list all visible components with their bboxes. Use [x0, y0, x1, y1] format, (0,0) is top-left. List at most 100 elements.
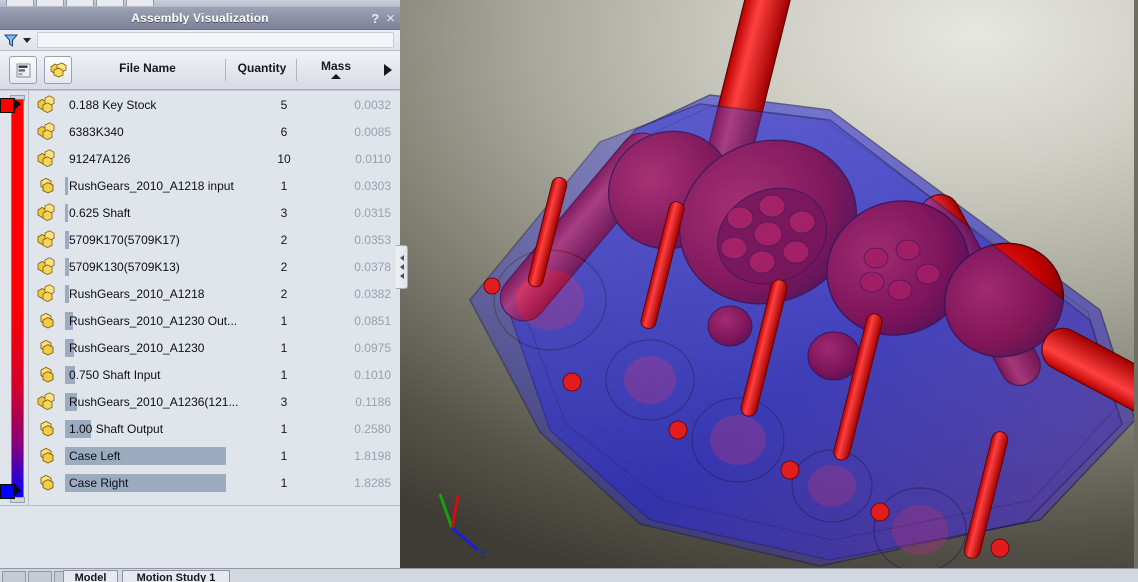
mass-value: 0.1186: [355, 394, 391, 409]
filter-bar: [0, 30, 400, 51]
mass-value: 1.8198: [354, 448, 391, 463]
chevron-left-icon: [399, 255, 404, 261]
quantity-value: 1: [280, 367, 288, 382]
file-name-label: 91247A126: [69, 151, 131, 166]
triad-y-axis: [438, 493, 454, 529]
column-header-mass[interactable]: Mass: [305, 59, 367, 79]
column-header-file-name[interactable]: File Name: [95, 61, 200, 75]
quantity-value: 1: [280, 178, 288, 193]
page-title: Assembly Visualization: [131, 11, 269, 25]
file-name-label: 5709K170(5709K17): [69, 232, 180, 247]
viewport-scrollbar[interactable]: [1134, 0, 1138, 582]
mass-value: 0.1010: [354, 367, 391, 382]
arrow-right-icon[interactable]: [384, 64, 392, 76]
file-name-label: Case Right: [69, 475, 129, 490]
mass-value: 1.8285: [354, 475, 391, 490]
multi-component-icon: [37, 121, 59, 142]
quantity-value: 1: [280, 421, 288, 436]
chevron-down-icon[interactable]: [23, 37, 31, 43]
mass-value: 0.0315: [354, 205, 391, 220]
quantity-value: 1: [280, 475, 288, 490]
panel-title-bar: Assembly Visualization ? ×: [0, 6, 400, 30]
mass-value: 0.0382: [354, 286, 391, 301]
quantity-value: 1: [280, 448, 288, 463]
search-input[interactable]: [37, 32, 394, 48]
panel-collapse-handle[interactable]: [396, 245, 408, 289]
component-block-icon[interactable]: [44, 56, 72, 84]
mini-button: [2, 571, 26, 582]
mass-value: 0.0085: [354, 124, 391, 139]
solidworks-window: Assembly Visualization ? × File Name Qua…: [0, 0, 1138, 582]
bottom-tab-strip: Model Motion Study 1: [0, 568, 1138, 582]
quantity-value: 6: [280, 124, 288, 139]
table-row[interactable]: 0.625 Shaft 3 0.0315: [29, 199, 399, 226]
gradient-bars-icon[interactable]: [9, 56, 37, 84]
multi-component-icon: [37, 202, 59, 223]
triad-x-axis: [451, 526, 479, 552]
mass-value: 0.0032: [354, 97, 391, 112]
quantity-value: 3: [280, 394, 288, 409]
file-name-label: RushGears_2010_A1218: [69, 286, 205, 301]
table-row[interactable]: RushGears_2010_A1218 2 0.0382: [29, 280, 399, 307]
table-row[interactable]: 0.188 Key Stock 5 0.0032: [29, 91, 399, 118]
file-name-label: RushGears_2010_A1218 input: [69, 178, 234, 193]
multi-component-icon: [37, 283, 59, 304]
quantity-value: 3: [280, 205, 288, 220]
quantity-value: 2: [280, 232, 288, 247]
table-row[interactable]: RushGears_2010_A1230 Out... 1 0.0851: [29, 307, 399, 334]
chevron-left-icon: [399, 264, 404, 270]
table-row[interactable]: 91247A126 10 0.0110: [29, 145, 399, 172]
mass-bar: [65, 176, 68, 195]
tab-motion-study[interactable]: Motion Study 1: [122, 570, 230, 582]
triad-z-axis: [450, 495, 460, 529]
single-component-icon: [37, 176, 59, 196]
mass-value: 0.0110: [355, 151, 391, 166]
graphics-viewport[interactable]: Z: [400, 0, 1138, 582]
single-component-icon: [37, 365, 59, 385]
quantity-value: 2: [280, 286, 288, 301]
quantity-value: 2: [280, 259, 288, 274]
mass-value: 0.0378: [354, 259, 391, 274]
svg-text:Z: Z: [480, 549, 487, 561]
mass-value: 0.0303: [354, 178, 391, 193]
color-gradient-bar: [11, 99, 24, 499]
chevron-left-icon: [399, 273, 404, 279]
column-header-quantity[interactable]: Quantity: [230, 61, 294, 75]
single-component-icon: [37, 338, 59, 358]
mass-value: 0.0975: [354, 340, 391, 355]
file-name-label: RushGears_2010_A1230 Out...: [69, 313, 238, 328]
table-row[interactable]: 0.750 Shaft Input 1 0.1010: [29, 361, 399, 388]
title-bar-buttons: ? ×: [371, 7, 395, 29]
quantity-value: 1: [280, 340, 288, 355]
assembly-3d-model: Z: [438, 0, 1138, 573]
multi-component-icon: [37, 391, 59, 412]
file-name-label: 6383K340: [69, 124, 124, 139]
table-row[interactable]: RushGears_2010_A1230 1 0.0975: [29, 334, 399, 361]
assembly-visualization-panel: Assembly Visualization ? × File Name Qua…: [0, 6, 400, 582]
table-row[interactable]: 1.00 Shaft Output 1 0.2580: [29, 415, 399, 442]
table-row[interactable]: Case Right 1 1.8285: [29, 469, 399, 496]
table-row[interactable]: RushGears_2010_A1236(121... 3 0.1186: [29, 388, 399, 415]
file-name-label: Case Left: [69, 448, 121, 463]
file-name-label: RushGears_2010_A1230: [69, 340, 205, 355]
help-icon[interactable]: ?: [371, 12, 379, 25]
table-row[interactable]: 5709K130(5709K13) 2 0.0378: [29, 253, 399, 280]
table-row[interactable]: 6383K340 6 0.0085: [29, 118, 399, 145]
mass-bar: [65, 203, 68, 222]
table-row[interactable]: RushGears_2010_A1218 input 1 0.0303: [29, 172, 399, 199]
table-row[interactable]: Case Left 1 1.8198: [29, 442, 399, 469]
file-name-label: 5709K130(5709K13): [69, 259, 180, 274]
tab-model[interactable]: Model: [63, 570, 118, 582]
file-name-label: 1.00 Shaft Output: [69, 421, 164, 436]
scale-marker-top[interactable]: [0, 98, 22, 113]
scale-marker-bottom[interactable]: [0, 484, 22, 499]
close-icon[interactable]: ×: [386, 11, 395, 26]
file-name-label: 0.625 Shaft: [69, 205, 131, 220]
case-right-body: [469, 103, 1123, 573]
filter-funnel-icon[interactable]: [4, 34, 18, 47]
single-component-icon: [37, 311, 59, 331]
quantity-value: 1: [280, 313, 288, 328]
mass-value: 0.0353: [354, 232, 391, 247]
single-component-icon: [37, 419, 59, 439]
table-row[interactable]: 5709K170(5709K17) 2 0.0353: [29, 226, 399, 253]
